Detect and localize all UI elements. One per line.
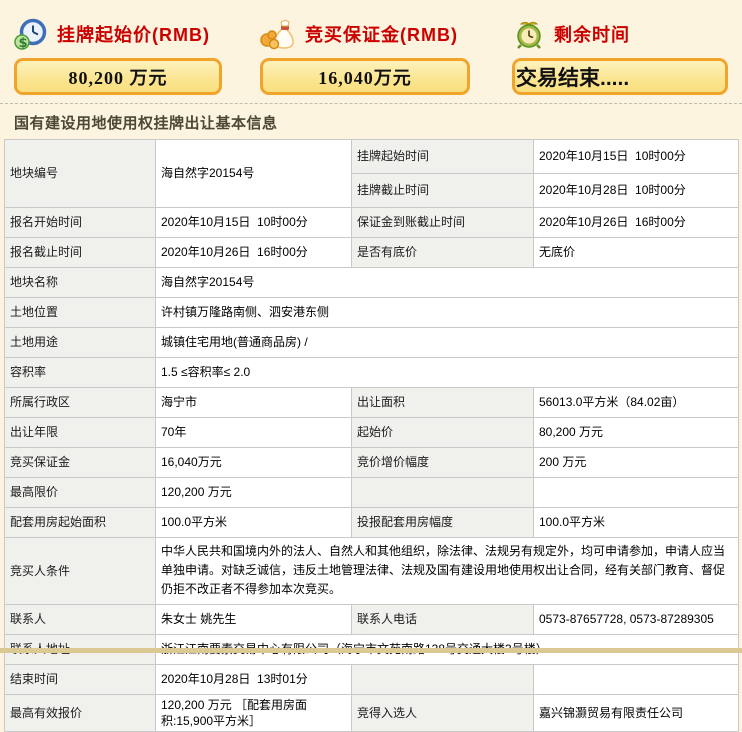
plot-ratio-value: 1.5 ≤容积率≤ 2.0: [156, 358, 739, 388]
has-reserve-price-label: 是否有底价: [352, 238, 534, 268]
signup-start-label: 报名开始时间: [5, 208, 156, 238]
bid-increment-label: 竞价增价幅度: [352, 448, 534, 478]
bidder-condition-label: 竞买人条件: [5, 538, 156, 605]
highest-valid-bid-value: 120,200 万元 ［配套用房面积:15,900平方米］: [156, 695, 352, 732]
has-reserve-price-value: 无底价: [534, 238, 739, 268]
tenure-value: 70年: [156, 418, 352, 448]
contact-phone-label: 联系人电话: [352, 605, 534, 635]
district-label: 所属行政区: [5, 388, 156, 418]
empty-value-cell: [534, 478, 739, 508]
signup-start-value: 2020年10月15日 10时00分: [156, 208, 352, 238]
empty-value-cell: [534, 665, 739, 695]
land-use-value: 城镇住宅用地(普通商品房) /: [156, 328, 739, 358]
plot-no-value: 海自然字20154号: [156, 140, 352, 208]
plot-ratio-label: 容积率: [5, 358, 156, 388]
support-area-step-label: 投报配套用房幅度: [352, 508, 534, 538]
end-time-label: 结束时间: [5, 665, 156, 695]
deposit-value: 16,040万元: [156, 448, 352, 478]
contact-phone-value: 0573-87657728, 0573-87289305: [534, 605, 739, 635]
highest-valid-bid-label: 最高有效报价: [5, 695, 156, 732]
summary-start-price-box: 80,200 万元: [14, 58, 222, 95]
empty-label-cell: [352, 665, 534, 695]
signup-end-label: 报名截止时间: [5, 238, 156, 268]
listing-end-value: 2020年10月28日 10时00分: [534, 174, 739, 208]
winner-value: 嘉兴锦灏贸易有限责任公司: [534, 695, 739, 732]
tenure-label: 出让年限: [5, 418, 156, 448]
deposit-label: 竞买保证金: [5, 448, 156, 478]
deposit-deadline-value: 2020年10月26日 16时00分: [534, 208, 739, 238]
plot-no-label: 地块编号: [5, 140, 156, 208]
money-clock-icon: $: [14, 18, 48, 50]
area-value: 56013.0平方米（84.02亩）: [534, 388, 739, 418]
summary-start-price-label: 挂牌起始价(RMB): [57, 21, 210, 47]
summary-start-price: $ 挂牌起始价(RMB) 80,200 万元: [14, 0, 222, 95]
svg-text:$: $: [19, 36, 28, 50]
contact-value: 朱女士 姚先生: [156, 605, 352, 635]
money-bag-icon: [260, 18, 296, 50]
start-price-label: 起始价: [352, 418, 534, 448]
contact-label: 联系人: [5, 605, 156, 635]
end-time-value: 2020年10月28日 13时01分: [156, 665, 352, 695]
listing-start-value: 2020年10月15日 10时00分: [534, 140, 739, 174]
summary-bar: $ 挂牌起始价(RMB) 80,200 万元 竞买保证金(RMB) 16,040…: [0, 0, 742, 104]
bottom-edge-strip: [0, 648, 742, 653]
listing-start-label: 挂牌起始时间: [352, 140, 534, 174]
summary-time-left-box: 交易结束.....: [512, 58, 728, 95]
location-value: 许村镇万隆路南侧、泗安港东侧: [156, 298, 739, 328]
support-area-start-value: 100.0平方米: [156, 508, 352, 538]
start-price-value: 80,200 万元: [534, 418, 739, 448]
summary-deposit-box: 16,040万元: [260, 58, 470, 95]
plot-name-label: 地块名称: [5, 268, 156, 298]
winner-label: 竞得入选人: [352, 695, 534, 732]
max-price-label: 最高限价: [5, 478, 156, 508]
section-title: 国有建设用地使用权挂牌出让基本信息: [14, 112, 278, 133]
land-use-label: 土地用途: [5, 328, 156, 358]
support-area-step-value: 100.0平方米: [534, 508, 739, 538]
area-label: 出让面积: [352, 388, 534, 418]
bid-increment-value: 200 万元: [534, 448, 739, 478]
signup-end-value: 2020年10月26日 16时00分: [156, 238, 352, 268]
empty-label-cell: [352, 478, 534, 508]
land-info-table: 地块编号 海自然字20154号 挂牌起始时间 2020年10月15日 10时00…: [4, 139, 739, 732]
summary-time-left-label: 剩余时间: [554, 21, 630, 47]
support-area-start-label: 配套用房起始面积: [5, 508, 156, 538]
alarm-clock-icon: [513, 18, 545, 50]
listing-end-label: 挂牌截止时间: [352, 174, 534, 208]
plot-name-value: 海自然字20154号: [156, 268, 739, 298]
summary-deposit-label: 竞买保证金(RMB): [305, 21, 458, 47]
summary-time-left: 剩余时间 交易结束.....: [513, 0, 728, 95]
summary-deposit: 竞买保证金(RMB) 16,040万元: [260, 0, 470, 95]
max-price-value: 120,200 万元: [156, 478, 352, 508]
deposit-deadline-label: 保证金到账截止时间: [352, 208, 534, 238]
bidder-condition-value: 中华人民共和国境内外的法人、自然人和其他组织，除法律、法规另有规定外，均可申请参…: [156, 538, 739, 605]
district-value: 海宁市: [156, 388, 352, 418]
location-label: 土地位置: [5, 298, 156, 328]
